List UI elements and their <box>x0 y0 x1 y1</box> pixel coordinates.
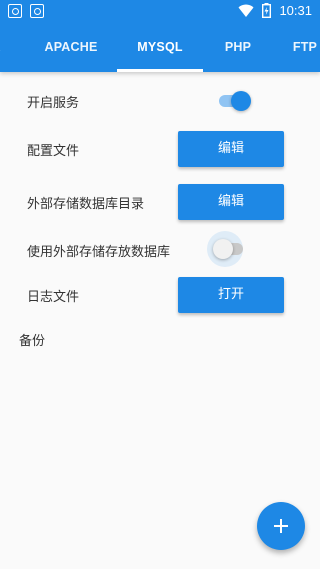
tab-bar: K APACHE MYSQL PHP FTP <box>0 24 320 72</box>
backup-section-title: 备份 <box>19 334 46 349</box>
enable-service-label: 开启服务 <box>27 96 80 111</box>
status-time: 10:31 <box>279 3 312 18</box>
log-file-label: 日志文件 <box>27 290 80 305</box>
use-external-storage-switch[interactable] <box>207 231 245 267</box>
config-file-label: 配置文件 <box>27 144 80 159</box>
switch-thumb <box>213 239 233 259</box>
app-bar: 10:31 K APACHE MYSQL PHP FTP <box>0 0 320 72</box>
tab-php[interactable]: PHP <box>208 24 268 72</box>
tab-indicator <box>117 69 203 72</box>
plus-icon[interactable] <box>257 502 305 550</box>
status-bar: 10:31 <box>0 0 320 24</box>
app-notification-icon <box>8 4 22 18</box>
external-db-dir-label: 外部存储数据库目录 <box>27 197 145 212</box>
wifi-icon <box>238 4 254 17</box>
edit-config-button[interactable]: 编辑 <box>178 131 284 167</box>
enable-service-switch[interactable] <box>219 91 251 111</box>
switch-thumb <box>231 91 251 111</box>
tab-apache[interactable]: APACHE <box>30 24 112 72</box>
battery-icon <box>262 3 272 18</box>
edit-external-db-dir-button[interactable]: 编辑 <box>178 184 284 220</box>
tab-partial[interactable]: K <box>0 24 12 72</box>
use-external-storage-label: 使用外部存储存放数据库 <box>27 245 171 260</box>
tab-mysql[interactable]: MYSQL <box>117 24 203 72</box>
app-notification-icon <box>30 4 44 18</box>
tab-ftp[interactable]: FTP <box>280 24 320 72</box>
open-log-button[interactable]: 打开 <box>178 277 284 313</box>
